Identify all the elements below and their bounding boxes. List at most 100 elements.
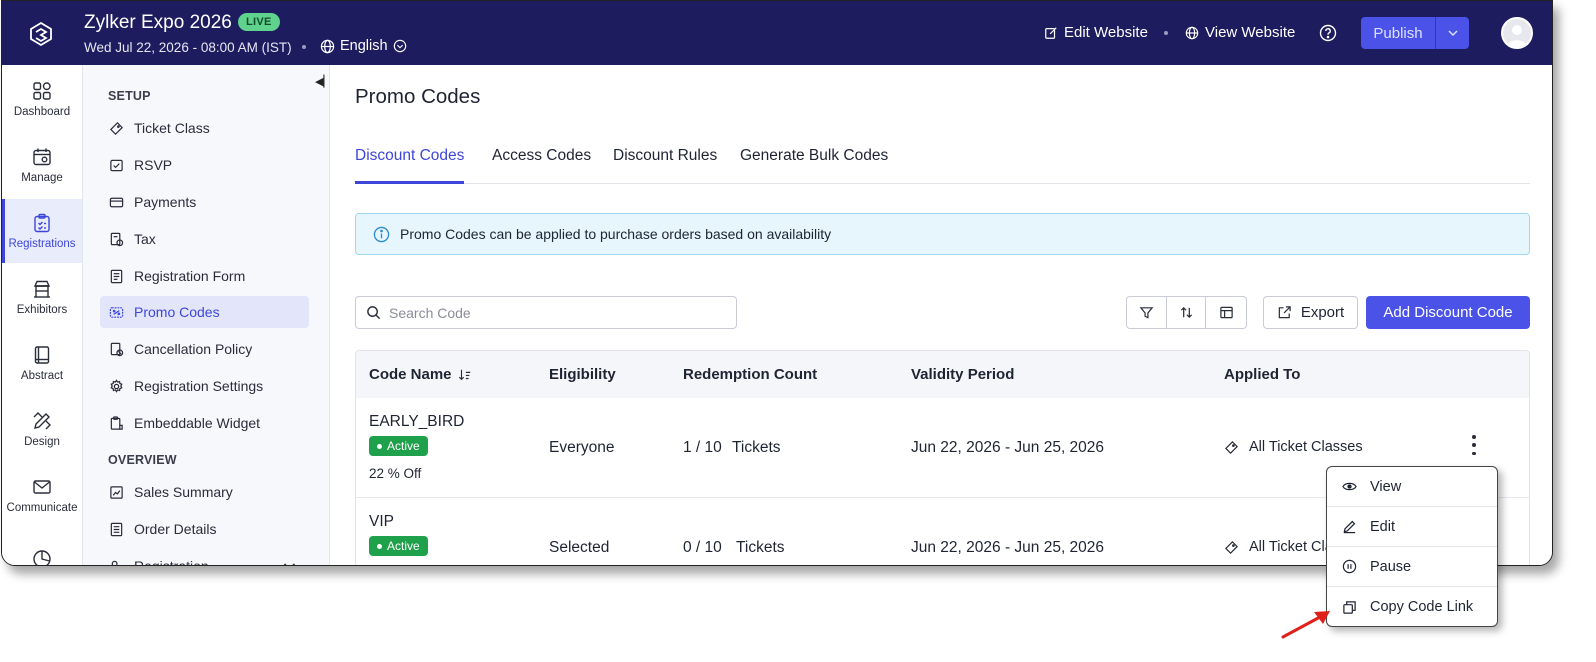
- column-header-applied-to: Applied To: [1224, 366, 1301, 383]
- column-header-redemption-count: Redemption Count: [683, 366, 818, 383]
- sidebar-item-payments[interactable]: Payments: [100, 186, 309, 218]
- rail-item-manage[interactable]: Manage: [2, 133, 82, 197]
- rail-item-design[interactable]: Design: [2, 397, 82, 461]
- column-header-code-name[interactable]: Code Name: [369, 366, 472, 383]
- sidebar-item-label: RSVP: [134, 157, 173, 173]
- columns-button[interactable]: [1206, 297, 1246, 328]
- clipboard-icon: [34, 213, 50, 232]
- mail-icon: [33, 479, 51, 494]
- rail-item-exhibitors[interactable]: Exhibitors: [2, 265, 82, 329]
- rail-label: Abstract: [20, 369, 64, 382]
- rail-label: Dashboard: [13, 105, 71, 118]
- pause-icon: [1342, 559, 1357, 574]
- edit-website-label: Edit Website: [1064, 24, 1148, 41]
- top-bar: Zylker Expo 2026 LIVE Wed Jul 22, 2026 -…: [2, 1, 1552, 65]
- sort-button[interactable]: [1167, 297, 1207, 328]
- pie-chart-icon: [33, 549, 51, 565]
- help-icon[interactable]: [1319, 24, 1337, 42]
- view-website-link[interactable]: View Website: [1185, 24, 1295, 41]
- eligibility: Selected: [549, 539, 610, 556]
- ticket-icon: [1225, 540, 1238, 554]
- export-button[interactable]: Export: [1263, 296, 1358, 329]
- rail-item-communicate[interactable]: Communicate: [2, 463, 82, 527]
- order-icon: [110, 522, 123, 536]
- rail-item-abstract[interactable]: Abstract: [2, 331, 82, 395]
- tab-discount-codes[interactable]: Discount Codes: [355, 147, 465, 184]
- grid-icon: [33, 81, 51, 100]
- event-date: Wed Jul 22, 2026 - 08:00 AM (IST): [84, 40, 292, 55]
- rail-label: Design: [24, 435, 60, 448]
- sidebar-item-rsvp[interactable]: RSVP: [100, 149, 309, 181]
- live-badge: LIVE: [238, 13, 280, 31]
- promo-icon: [109, 306, 124, 318]
- filter-button[interactable]: [1127, 297, 1167, 328]
- sidebar-item-order-details[interactable]: Order Details: [100, 513, 309, 545]
- sidebar-item-label: Promo Codes: [134, 304, 220, 320]
- tab-generate-bulk-codes[interactable]: Generate Bulk Codes: [740, 147, 888, 184]
- menu-item-copy-code-link[interactable]: Copy Code Link: [1327, 587, 1497, 627]
- chevron-down-icon[interactable]: [282, 559, 297, 566]
- rsvp-icon: [110, 159, 123, 171]
- sidebar-item-embeddable-widget[interactable]: Embeddable Widget: [100, 407, 309, 439]
- sidebar-item-label: Ticket Class: [134, 120, 210, 136]
- menu-item-label: Pause: [1370, 558, 1412, 575]
- menu-item-label: View: [1370, 478, 1402, 495]
- sidebar-item-registration-form[interactable]: Registration Form: [100, 260, 309, 292]
- pen-ruler-icon: [33, 411, 51, 429]
- info-banner: Promo Codes can be applied to purchase o…: [355, 213, 1530, 255]
- rail-item-reports[interactable]: [2, 529, 82, 565]
- column-header-label: Code Name: [369, 366, 452, 383]
- publish-button[interactable]: Publish: [1361, 17, 1436, 49]
- menu-item-view[interactable]: View: [1327, 467, 1497, 507]
- search-input[interactable]: [389, 304, 719, 321]
- avatar[interactable]: [1501, 17, 1533, 49]
- sidebar-item-label: Embeddable Widget: [134, 415, 261, 431]
- collapse-sidebar-icon[interactable]: ◀▏: [315, 75, 332, 88]
- rail-label: Manage: [21, 171, 63, 184]
- info-banner-text: Promo Codes can be applied to purchase o…: [400, 226, 832, 242]
- redemption-unit: Tickets: [736, 539, 785, 556]
- copy-icon: [1343, 600, 1356, 614]
- edit-icon: [1045, 26, 1057, 39]
- gear-icon: [110, 378, 123, 393]
- menu-item-label: Copy Code Link: [1370, 599, 1474, 615]
- edit-website-link[interactable]: Edit Website: [1044, 24, 1148, 41]
- separator-dot: [1164, 31, 1168, 35]
- card-icon: [109, 197, 124, 207]
- sidebar-item-registration-settings[interactable]: Registration Settings: [100, 370, 309, 402]
- validity-period: Jun 22, 2026 - Jun 25, 2026: [911, 439, 1105, 456]
- discount-value: 22 % Off: [369, 466, 422, 481]
- sidebar-item-ticket-class[interactable]: Ticket Class: [100, 112, 309, 144]
- menu-item-pause[interactable]: Pause: [1327, 547, 1497, 587]
- row-actions-icon[interactable]: [1471, 435, 1477, 455]
- sidebar-item-cancellation-policy[interactable]: Cancellation Policy: [100, 333, 309, 365]
- add-discount-code-button[interactable]: Add Discount Code: [1366, 296, 1530, 329]
- eligibility: Everyone: [549, 439, 615, 456]
- menu-item-label: Edit: [1370, 518, 1395, 535]
- publish-options-button[interactable]: [1436, 17, 1469, 49]
- sidebar-item-sales-summary[interactable]: Sales Summary: [100, 476, 309, 508]
- column-header-validity-period: Validity Period: [911, 366, 1015, 383]
- table-header: Code Name Eligibility Redemption Count V…: [356, 351, 1529, 398]
- app-window: Zylker Expo 2026 LIVE Wed Jul 22, 2026 -…: [1, 0, 1553, 566]
- export-icon: [1278, 306, 1291, 319]
- sidebar-item-label: Tax: [134, 231, 156, 247]
- sidebar-item-registration[interactable]: Registration: [100, 550, 309, 566]
- sidebar-item-promo-codes[interactable]: Promo Codes: [100, 296, 309, 328]
- language-selector[interactable]: English: [320, 38, 407, 54]
- applied-to: All Ticket Cla: [1224, 539, 1333, 555]
- user-icon: [1507, 25, 1527, 47]
- left-rail: Dashboard Manage Registrations Exhibitor…: [2, 65, 83, 565]
- rail-item-dashboard[interactable]: Dashboard: [2, 67, 82, 131]
- view-website-label: View Website: [1205, 24, 1296, 41]
- page-title: Promo Codes: [355, 85, 481, 108]
- applied-to-label: All Ticket Classes: [1249, 439, 1363, 455]
- tab-access-codes[interactable]: Access Codes: [492, 147, 591, 184]
- app-logo-icon[interactable]: [28, 21, 54, 47]
- tab-discount-rules[interactable]: Discount Rules: [613, 147, 717, 184]
- menu-item-edit[interactable]: Edit: [1327, 507, 1497, 547]
- sidebar-item-tax[interactable]: Tax: [100, 223, 309, 255]
- redemption-count: 1 / 10: [683, 439, 722, 456]
- rail-item-registrations[interactable]: Registrations: [2, 199, 82, 263]
- calendar-gear-icon: [33, 148, 51, 165]
